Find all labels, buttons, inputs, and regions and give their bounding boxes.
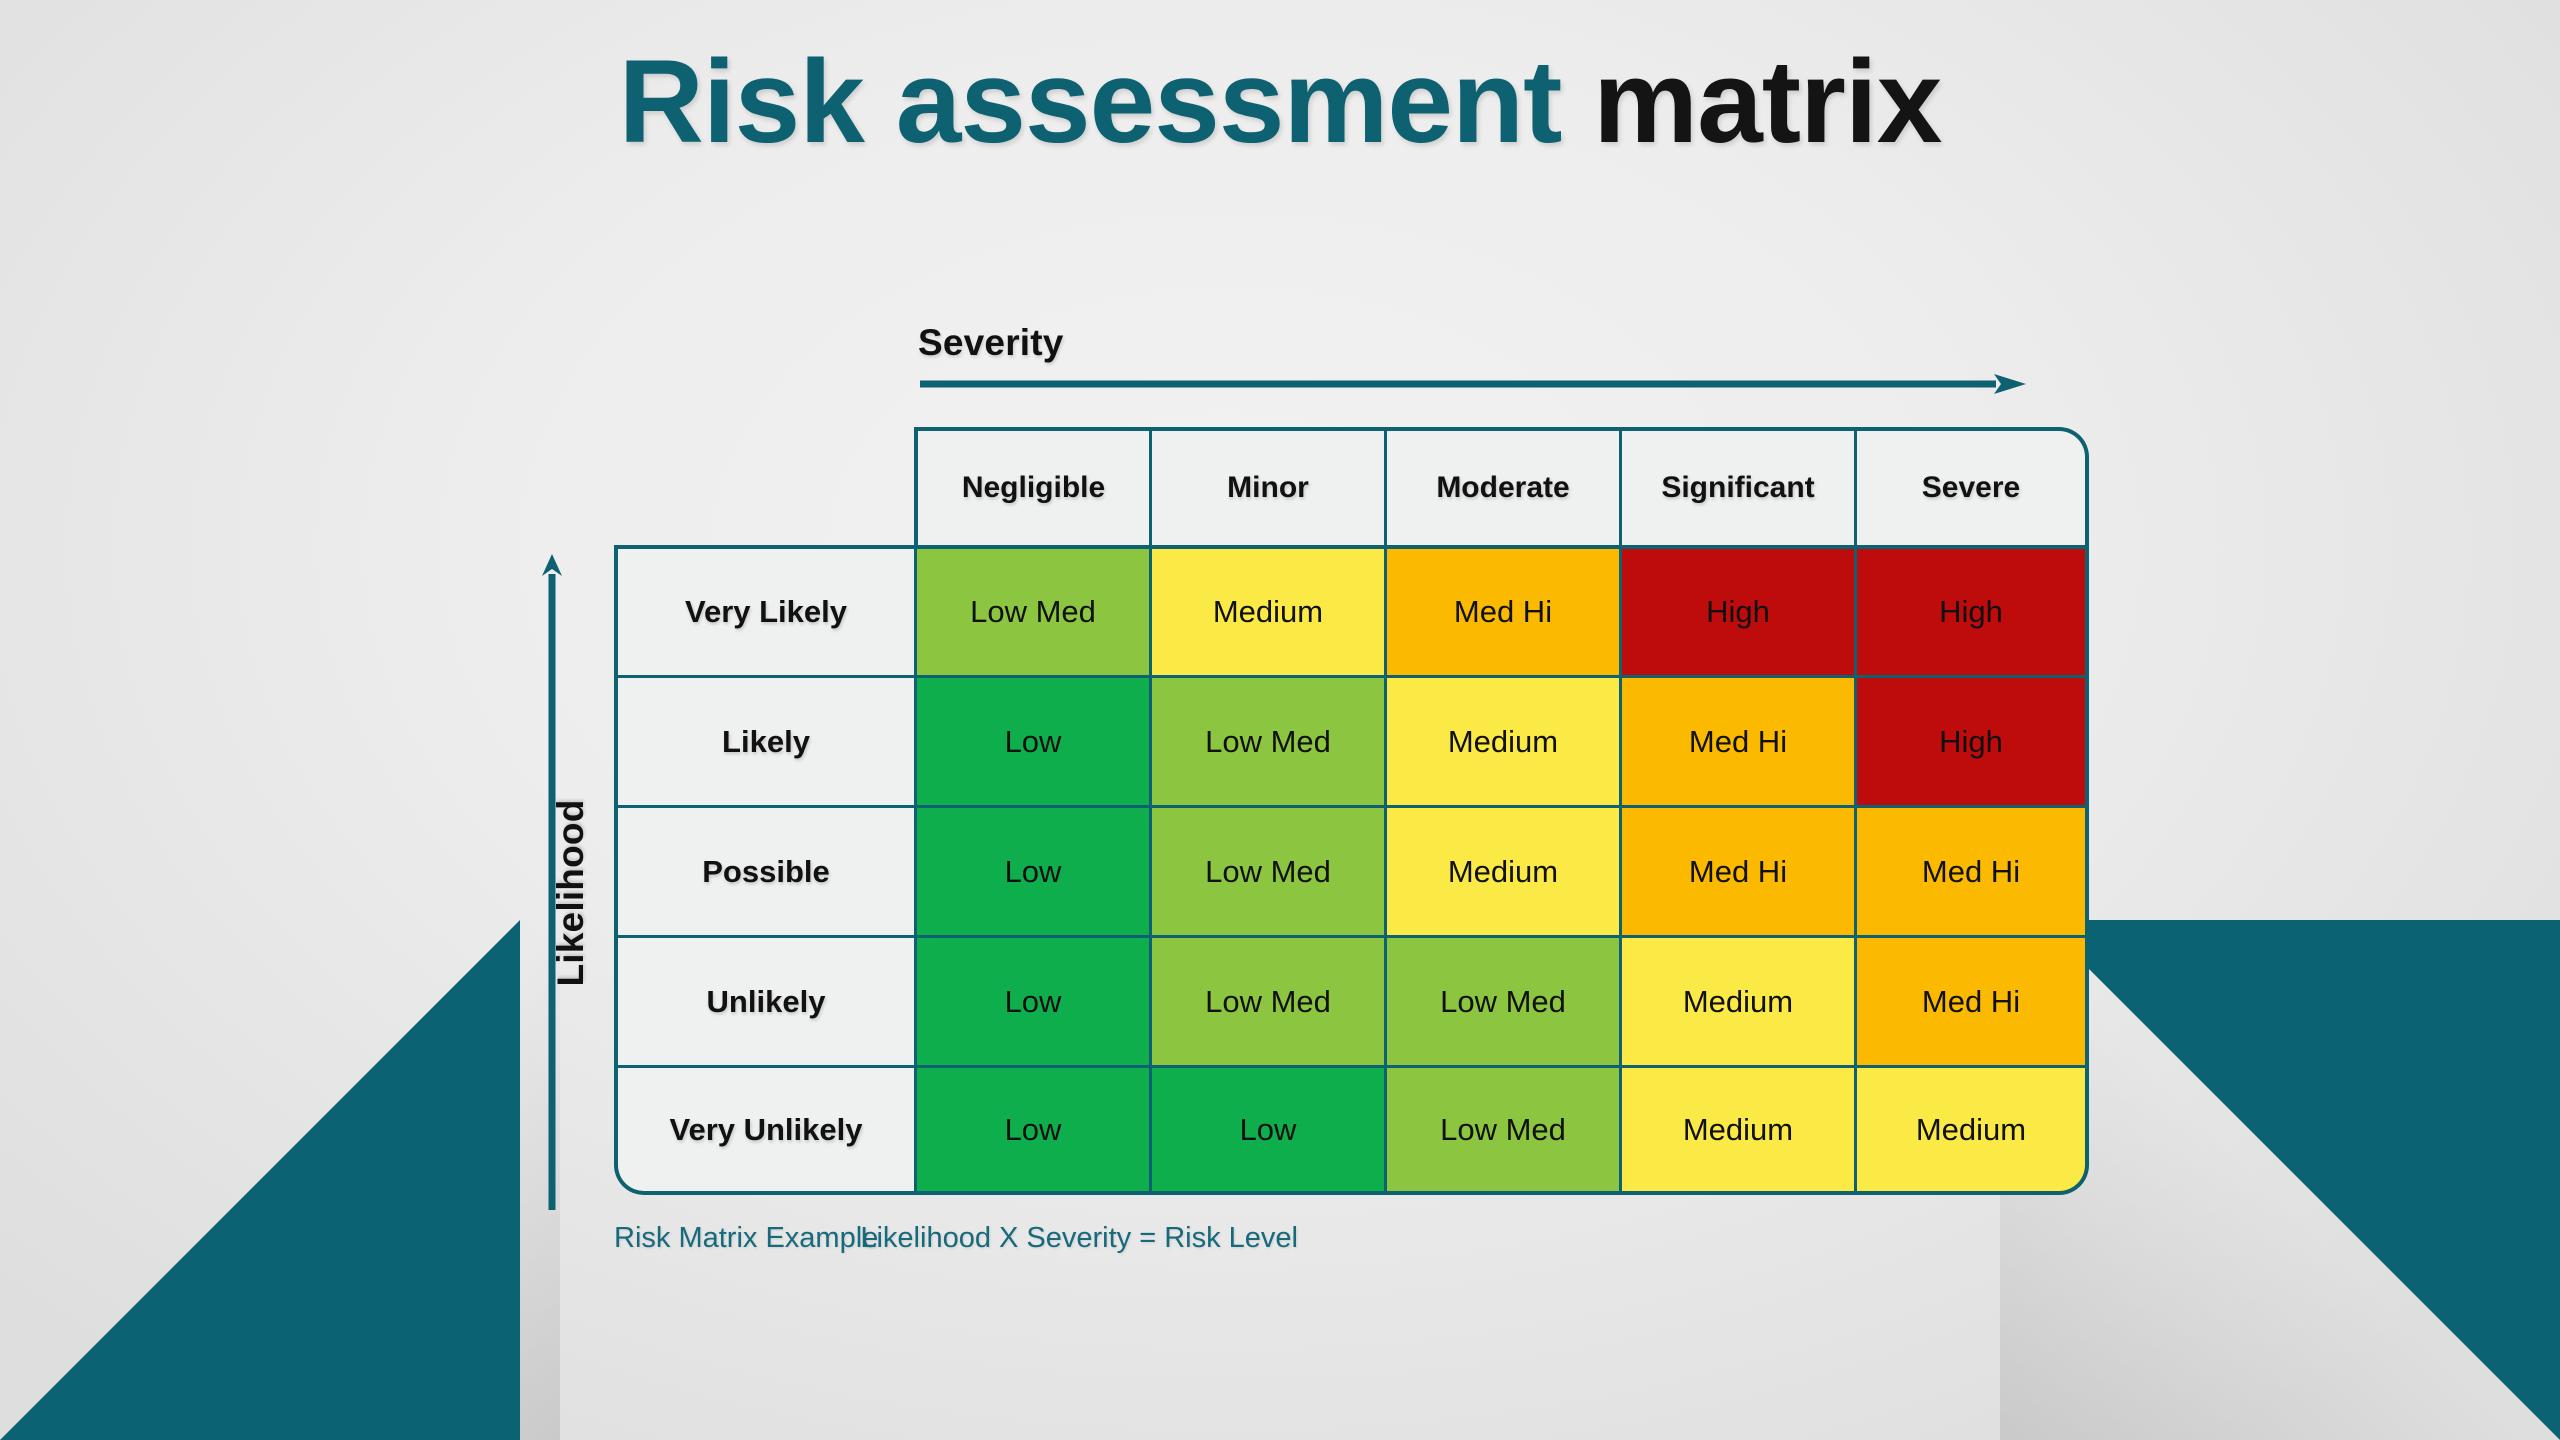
risk-cell: Low Med — [1384, 935, 1619, 1065]
likelihood-header-unlikely: Unlikely — [614, 935, 914, 1065]
severity-header-severe: Severe — [1854, 427, 2089, 545]
likelihood-header-likely: Likely — [614, 675, 914, 805]
page-title-accent: Risk assessment — [618, 36, 1563, 168]
risk-cell: Med Hi — [1619, 675, 1854, 805]
risk-cell: Med Hi — [1854, 805, 2089, 935]
risk-cell: Low Med — [1149, 675, 1384, 805]
severity-header-moderate: Moderate — [1384, 427, 1619, 545]
severity-header-negligible: Negligible — [914, 427, 1149, 545]
likelihood-header-very-unlikely: Very Unlikely — [614, 1065, 914, 1195]
severity-header-significant: Significant — [1619, 427, 1854, 545]
risk-cell: Low Med — [1149, 805, 1384, 935]
risk-cell: Med Hi — [1384, 545, 1619, 675]
likelihood-axis-label: Likelihood — [550, 799, 591, 987]
arrow-right-icon — [920, 374, 2026, 394]
severity-header-minor: Minor — [1149, 427, 1384, 545]
risk-cell: Medium — [1619, 1065, 1854, 1195]
risk-cell: Med Hi — [1619, 805, 1854, 935]
risk-cell: Med Hi — [1854, 935, 2089, 1065]
corner-wedge-bottom-right — [2040, 920, 2560, 1440]
risk-cell: Medium — [1854, 1065, 2089, 1195]
page-title-plain: matrix — [1561, 36, 1942, 168]
risk-cell: Low Med — [1149, 935, 1384, 1065]
corner-wedge-bottom-left — [0, 920, 520, 1440]
caption-left: Risk Matrix Example — [614, 1222, 879, 1254]
likelihood-header-very-likely: Very Likely — [614, 545, 914, 675]
risk-matrix-grid: Negligible Minor Moderate Significant Severe… — [614, 427, 2089, 1195]
risk-cell: Medium — [1149, 545, 1384, 675]
risk-matrix: Negligible Minor Moderate Significant Severe… — [614, 427, 2090, 1217]
matrix-corner-blank — [614, 427, 914, 545]
risk-cell: Medium — [1619, 935, 1854, 1065]
slide-canvas: Risk assessment matrix Severity Likeliho… — [0, 0, 2560, 1440]
risk-cell: Medium — [1384, 805, 1619, 935]
page-title: Risk assessment matrix — [0, 36, 2560, 168]
risk-cell: Low — [914, 935, 1149, 1065]
risk-cell: Medium — [1384, 675, 1619, 805]
caption-right: Likelihood X Severity = Risk Level — [860, 1222, 1298, 1254]
risk-cell: Low Med — [914, 545, 1149, 675]
severity-axis-label: Severity — [918, 322, 1064, 363]
risk-cell: Low — [914, 1065, 1149, 1195]
risk-cell: High — [1854, 675, 2089, 805]
likelihood-header-possible: Possible — [614, 805, 914, 935]
risk-cell: Low — [914, 675, 1149, 805]
risk-cell: High — [1854, 545, 2089, 675]
risk-cell: Low — [914, 805, 1149, 935]
risk-cell: Low — [1149, 1065, 1384, 1195]
risk-cell: High — [1619, 545, 1854, 675]
risk-cell: Low Med — [1384, 1065, 1619, 1195]
